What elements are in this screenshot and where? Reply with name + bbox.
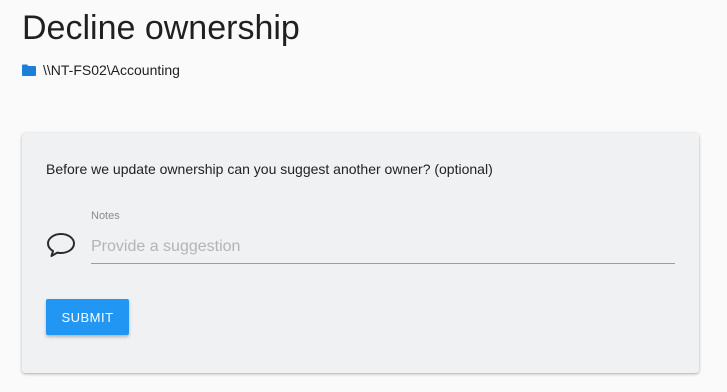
- folder-path-text: \\NT-FS02\Accounting: [43, 62, 180, 78]
- submit-button[interactable]: SUBMIT: [46, 299, 129, 335]
- comment-icon: [47, 233, 75, 257]
- suggestion-card: Before we update ownership can you sugge…: [22, 133, 699, 373]
- notes-label: Notes: [91, 210, 120, 222]
- folder-path: \\NT-FS02\Accounting: [22, 62, 180, 78]
- decline-ownership-page: Decline ownership \\NT-FS02\Accounting B…: [0, 0, 727, 392]
- notes-input[interactable]: [91, 231, 675, 264]
- suggestion-question: Before we update ownership can you sugge…: [46, 161, 493, 177]
- page-title: Decline ownership: [22, 9, 300, 47]
- folder-icon: [22, 64, 36, 76]
